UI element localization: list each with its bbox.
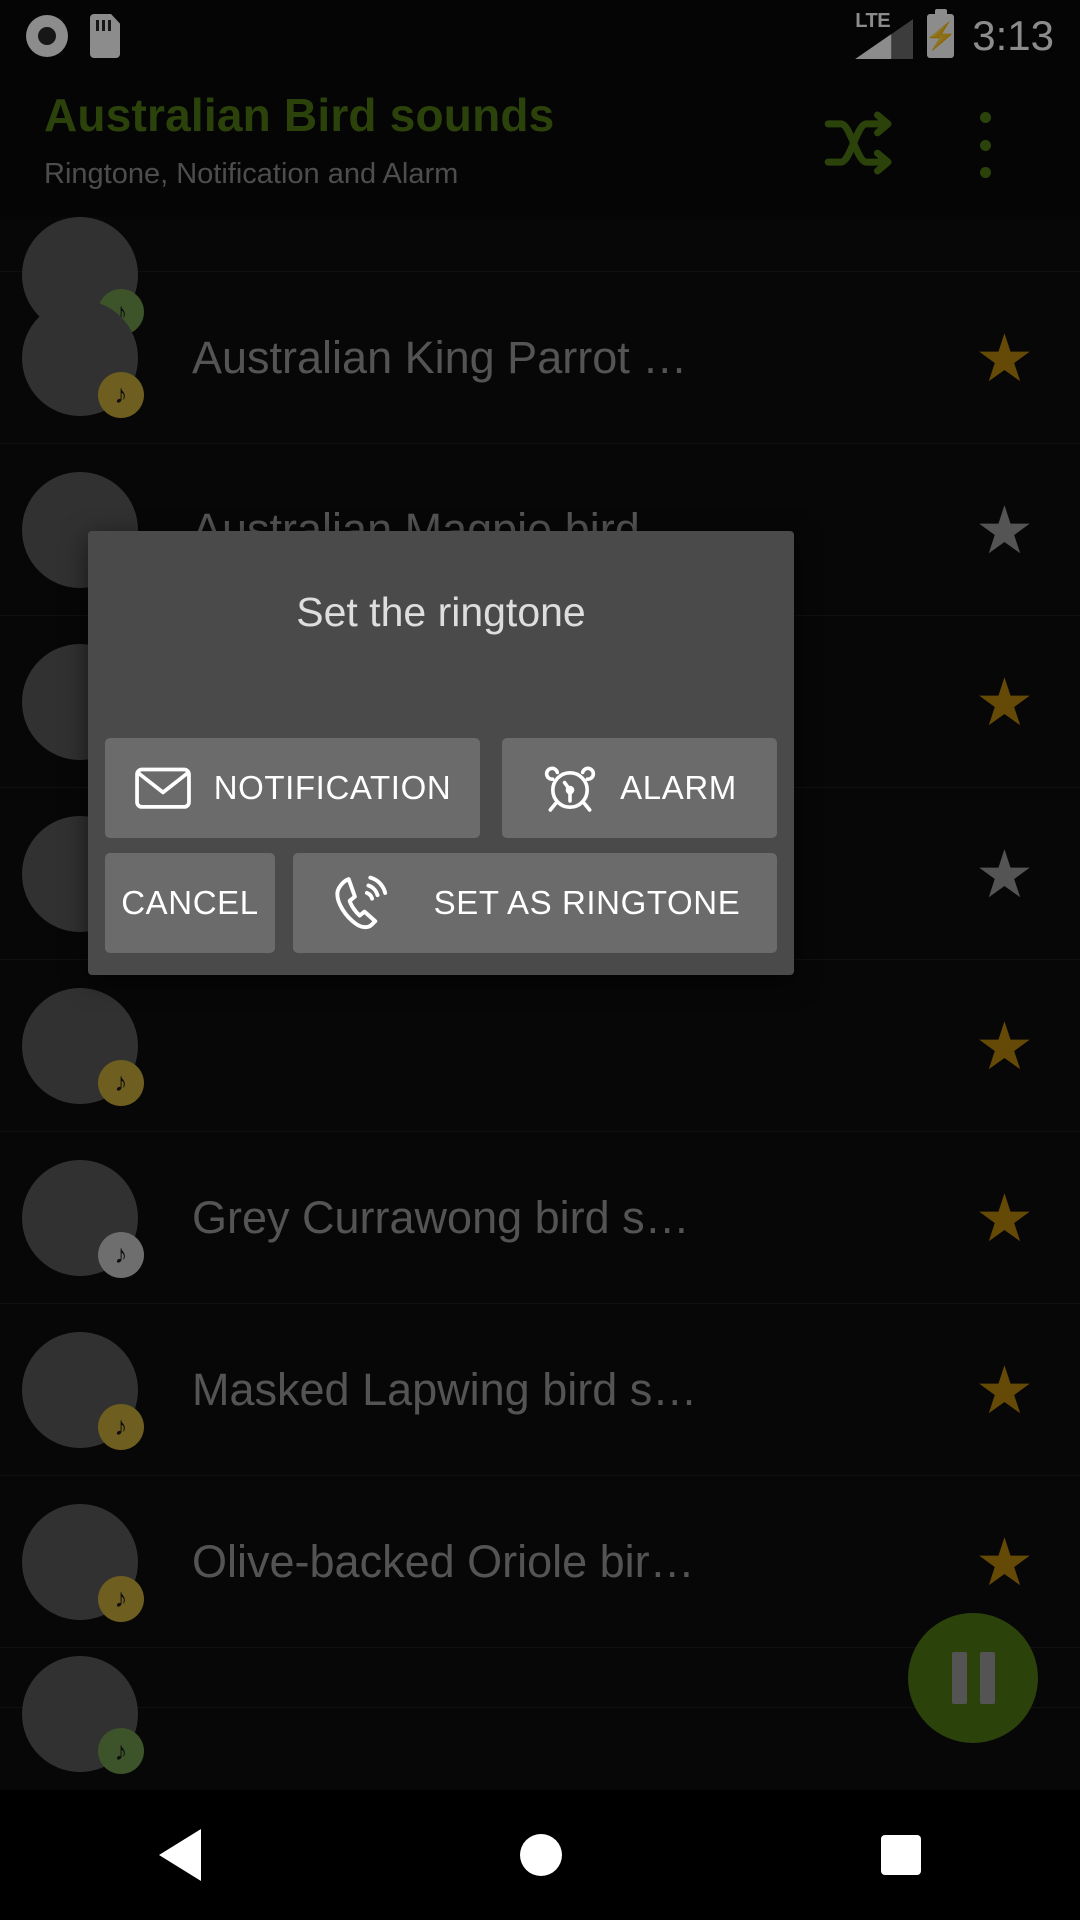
notification-button[interactable]: NOTIFICATION: [105, 738, 480, 838]
home-button-icon[interactable]: [519, 1834, 562, 1876]
cancel-button[interactable]: CANCEL: [105, 853, 275, 953]
navigation-bar: [0, 1790, 1080, 1920]
recents-button-icon[interactable]: [880, 1835, 921, 1875]
cancel-button-label: CANCEL: [121, 884, 259, 921]
set-as-ringtone-button[interactable]: SET AS RINGTONE: [293, 853, 777, 953]
set-as-ringtone-button-label: SET AS RINGTONE: [433, 884, 741, 921]
dialog-title: Set the ringtone: [296, 589, 586, 635]
back-button-icon[interactable]: [159, 1829, 202, 1881]
alarm-button-label: ALARM: [620, 769, 737, 806]
envelope-icon: [134, 766, 192, 810]
set-ringtone-dialog: Set the ringtone NOTIFICATION ALARM CANC…: [88, 531, 794, 975]
notification-button-label: NOTIFICATION: [213, 769, 452, 806]
phone-ringing-icon: [330, 872, 394, 934]
alarm-button[interactable]: ALARM: [502, 738, 777, 838]
alarm-clock-icon: [542, 762, 598, 814]
